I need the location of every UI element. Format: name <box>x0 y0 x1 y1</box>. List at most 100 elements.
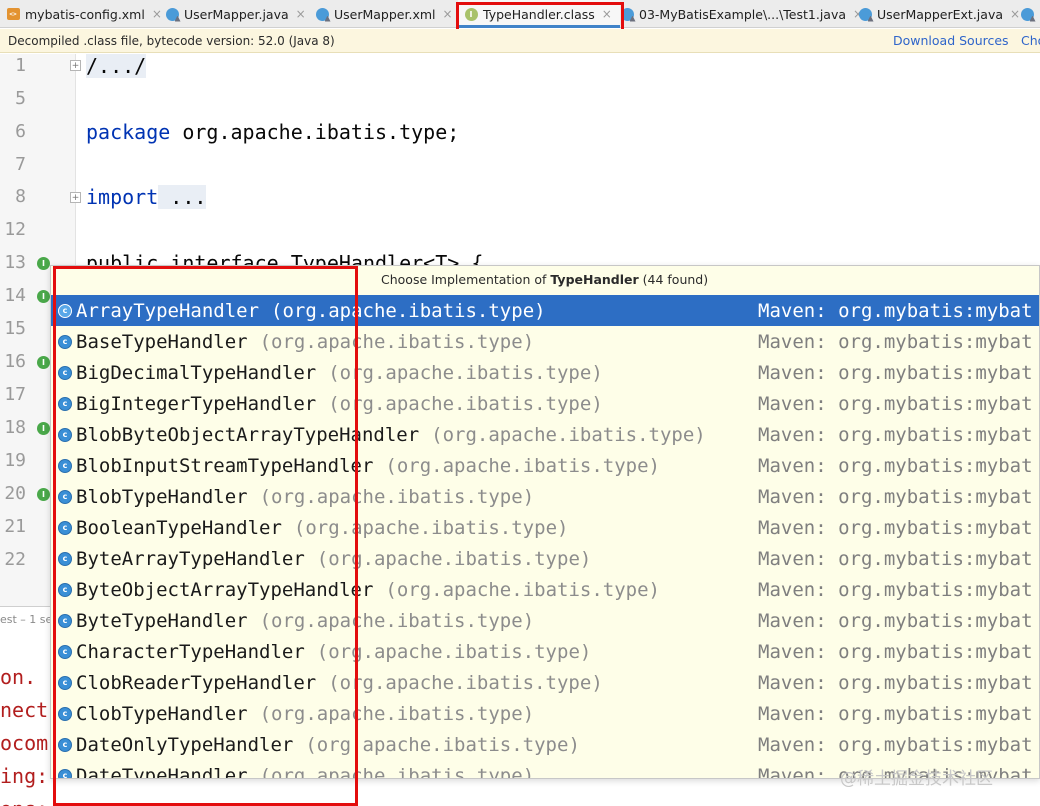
class-name: DateTypeHandler <box>76 764 248 779</box>
java-file-icon <box>165 7 179 21</box>
code-line-8[interactable]: import ... <box>86 184 207 210</box>
list-item[interactable]: c DateOnlyTypeHandler (org.apache.ibatis.… <box>51 729 1039 760</box>
fold-expand-icon[interactable]: + <box>70 60 81 71</box>
class-library: Maven: org.mybatis:mybat <box>758 330 1033 353</box>
keyword-package: package <box>86 120 171 144</box>
list-item[interactable]: c BlobTypeHandler (org.apache.ibatis.type… <box>51 481 1039 512</box>
class-icon: c <box>58 334 72 349</box>
list-item[interactable]: c BooleanTypeHandler (org.apache.ibatis.t… <box>51 512 1039 543</box>
class-icon: c <box>58 396 72 411</box>
class-library: Maven: org.mybatis:mybat <box>758 516 1033 539</box>
list-item[interactable]: c CharacterTypeHandler (org.apache.ibatis… <box>51 636 1039 667</box>
tab-usermapper-xml[interactable]: UserMapper.xml × <box>315 0 453 28</box>
list-item[interactable]: c BigDecimalTypeHandler (org.apache.ibati… <box>51 357 1039 388</box>
class-library: Maven: org.mybatis:mybat <box>758 702 1033 725</box>
list-item-selected[interactable]: c ArrayTypeHandler (org.apache.ibatis.typ… <box>51 295 1039 326</box>
implemented-gutter-icon[interactable]: I <box>37 257 50 270</box>
class-library: Maven: org.mybatis:mybat <box>758 485 1033 508</box>
list-item[interactable]: c BaseTypeHandler (org.apache.ibatis.type… <box>51 326 1039 357</box>
tab-label: TypeHandler.class <box>483 6 595 22</box>
console-line: ons: <box>0 797 48 806</box>
list-item[interactable]: c ByteTypeHandler (org.apache.ibatis.type… <box>51 605 1039 636</box>
tab-label: UserMapper.java <box>184 6 289 22</box>
class-library: Maven: org.mybatis:mybat <box>758 299 1033 322</box>
implemented-gutter-icon[interactable]: I <box>37 422 50 435</box>
download-sources-link[interactable]: Download Sources <box>893 33 1009 48</box>
list-item[interactable]: c ByteArrayTypeHandler (org.apache.ibatis… <box>51 543 1039 574</box>
tab-mybatis-config-xml[interactable]: <> mybatis-config.xml × <box>6 0 162 28</box>
tab-test1-java[interactable]: 03-MyBatisExample\...\Test1.java × <box>620 0 863 28</box>
class-package: (org.apache.ibatis.type) <box>271 299 546 322</box>
class-name: ClobTypeHandler <box>76 702 248 725</box>
tab-usermapperext-java[interactable]: UserMapperExt.java × <box>858 0 1020 28</box>
list-item[interactable]: c BigIntegerTypeHandler (org.apache.ibati… <box>51 388 1039 419</box>
line-number: 19 <box>4 450 26 471</box>
popup-title: Choose Implementation of TypeHandler (44… <box>381 272 709 287</box>
class-library: Maven: org.mybatis:mybat <box>758 361 1033 384</box>
class-package: (org.apache.ibatis.type) <box>293 516 569 539</box>
tab-label: UserMapperExt.java <box>877 6 1003 22</box>
class-icon: c <box>58 737 72 752</box>
console-line: nect <box>0 698 49 722</box>
class-name: BlobByteObjectArrayTypeHandler <box>76 423 420 446</box>
class-icon: c <box>58 768 72 778</box>
tab-label: mybatis-config.xml <box>25 6 145 22</box>
class-package: (org.apache.ibatis.type) <box>328 671 603 694</box>
class-name: DateOnlyTypeHandler <box>76 733 294 756</box>
implemented-gutter-icon[interactable]: I <box>37 356 50 369</box>
package-name: org.apache.ibatis.type; <box>170 120 460 144</box>
list-item[interactable]: c ClobReaderTypeHandler (org.apache.ibati… <box>51 667 1039 698</box>
close-icon[interactable]: × <box>443 7 453 21</box>
class-library: Maven: org.mybatis:mybat <box>758 640 1033 663</box>
list-item[interactable]: c BlobByteObjectArrayTypeHandler (org.apa… <box>51 419 1039 450</box>
line-number: 13 <box>4 252 26 273</box>
code-line-6[interactable]: package org.apache.ibatis.type; <box>86 119 459 145</box>
line-number: 14 <box>4 285 26 306</box>
console-line: on. <box>0 665 37 689</box>
java-file-icon <box>620 7 634 21</box>
choose-sources-link[interactable]: Cho <box>1021 33 1040 48</box>
class-name: ArrayTypeHandler <box>76 299 260 322</box>
close-icon[interactable]: × <box>152 7 162 21</box>
tab-typehandler-class[interactable]: I TypeHandler.class × <box>458 0 620 28</box>
folded-imports[interactable]: ... <box>158 185 207 209</box>
class-file-icon: I <box>464 7 478 21</box>
close-icon[interactable]: × <box>602 7 612 21</box>
class-name: BigIntegerTypeHandler <box>76 392 317 415</box>
list-item[interactable]: c ClobTypeHandler (org.apache.ibatis.type… <box>51 698 1039 729</box>
class-package: (org.apache.ibatis.type) <box>431 423 706 446</box>
line-number: 6 <box>15 121 26 142</box>
line-number: 7 <box>15 154 26 175</box>
list-item[interactable]: c BlobInputStreamTypeHandler (org.apache.… <box>51 450 1039 481</box>
class-icon: c <box>58 613 72 628</box>
class-package: (org.apache.ibatis.type) <box>316 547 592 570</box>
line-number: 5 <box>15 88 26 109</box>
implemented-gutter-icon[interactable]: I <box>37 290 50 303</box>
class-package: (org.apache.ibatis.type) <box>259 609 535 632</box>
class-icon: c <box>58 365 72 380</box>
java-file-icon <box>315 7 329 21</box>
implemented-gutter-icon[interactable]: I <box>37 488 50 501</box>
class-package: (org.apache.ibatis.type) <box>259 764 535 779</box>
choose-implementation-popup: Choose Implementation of TypeHandler (44… <box>50 265 1040 779</box>
java-file-icon <box>1020 0 1039 28</box>
fold-expand-icon[interactable]: + <box>70 192 81 203</box>
close-icon[interactable]: × <box>296 7 306 21</box>
code-line-1[interactable]: /.../ <box>86 53 147 79</box>
close-icon[interactable]: × <box>1010 7 1020 21</box>
class-package: (org.apache.ibatis.type) <box>259 702 535 725</box>
list-item[interactable]: c ByteObjectArrayTypeHandler (org.apache.… <box>51 574 1039 605</box>
line-number: 17 <box>4 384 26 405</box>
class-library: Maven: org.mybatis:mybat <box>758 733 1033 756</box>
class-name: BlobTypeHandler <box>76 485 248 508</box>
console-line: ing: <box>0 764 49 788</box>
tab-label: UserMapper.xml <box>334 6 436 22</box>
line-number: 18 <box>4 417 26 438</box>
class-name: ClobReaderTypeHandler <box>76 671 317 694</box>
class-name: BlobInputStreamTypeHandler <box>76 454 374 477</box>
line-number: 20 <box>4 483 26 504</box>
class-name: BaseTypeHandler <box>76 330 248 353</box>
folded-comment[interactable]: /.../ <box>86 54 147 78</box>
tab-usermapper-java[interactable]: UserMapper.java × <box>165 0 306 28</box>
class-icon: c <box>58 551 72 566</box>
